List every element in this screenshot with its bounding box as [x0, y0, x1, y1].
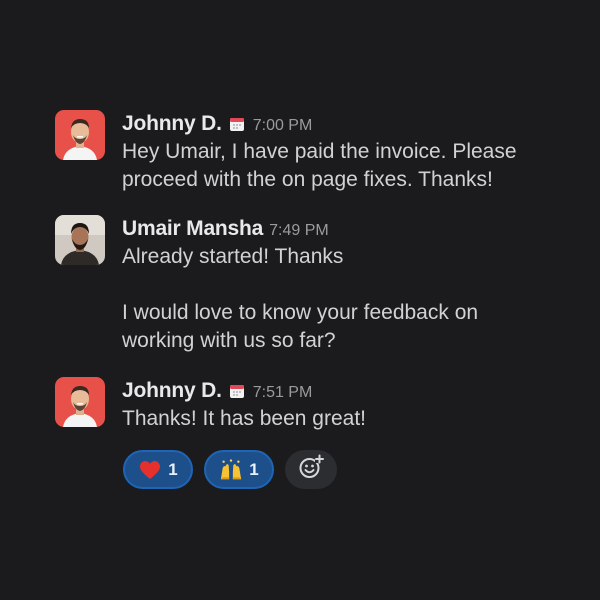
- message-text: Hey Umair, I have paid the invoice. Plea…: [122, 138, 580, 194]
- reaction-count: 1: [168, 459, 178, 479]
- message: Umair Mansha 7:49 PM Already started! Th…: [55, 215, 580, 355]
- calendar-status-icon: [229, 114, 245, 131]
- message-line: I would love to know your feedback on: [122, 301, 479, 324]
- reaction-raising-hands-button[interactable]: 1: [204, 450, 274, 489]
- message-line: proceed with the on page fixes. Thanks!: [122, 168, 493, 191]
- timestamp[interactable]: 7:51 PM: [253, 379, 313, 407]
- message-line: Hey Umair, I have paid the invoice. Plea…: [122, 140, 517, 163]
- raising-hands-emoji-icon: [219, 458, 243, 482]
- message-line: Thanks! It has been great!: [122, 407, 366, 430]
- calendar-status-icon: [229, 381, 245, 398]
- message-text: Already started! Thanks I would love to …: [122, 243, 580, 355]
- avatar[interactable]: [55, 215, 105, 265]
- add-reaction-button[interactable]: [285, 450, 337, 489]
- reaction-bar: 1 1: [123, 450, 337, 489]
- johnny-avatar-image: [55, 377, 105, 427]
- message-line-blank: [122, 271, 580, 299]
- author-name[interactable]: Umair Mansha: [122, 215, 263, 243]
- johnny-avatar-image: [55, 110, 105, 160]
- message: Johnny D. 7:51 PM Thanks! It has been gr…: [55, 377, 580, 433]
- author-name[interactable]: Johnny D.: [122, 110, 222, 138]
- umair-avatar-image: [55, 215, 105, 265]
- timestamp[interactable]: 7:49 PM: [269, 217, 329, 245]
- message-text: Thanks! It has been great!: [122, 405, 580, 433]
- reaction-count: 1: [249, 459, 259, 479]
- timestamp[interactable]: 7:00 PM: [253, 112, 313, 140]
- avatar[interactable]: [55, 110, 105, 160]
- avatar[interactable]: [55, 377, 105, 427]
- reaction-heart-button[interactable]: 1: [123, 450, 193, 489]
- message: Johnny D. 7:00 PM Hey Umair, I have paid…: [55, 110, 580, 194]
- add-emoji-icon: [297, 453, 325, 486]
- message-line: Already started! Thanks: [122, 245, 344, 268]
- message-line: working with us so far?: [122, 329, 336, 352]
- author-name[interactable]: Johnny D.: [122, 377, 222, 405]
- heart-emoji-icon: [138, 458, 162, 482]
